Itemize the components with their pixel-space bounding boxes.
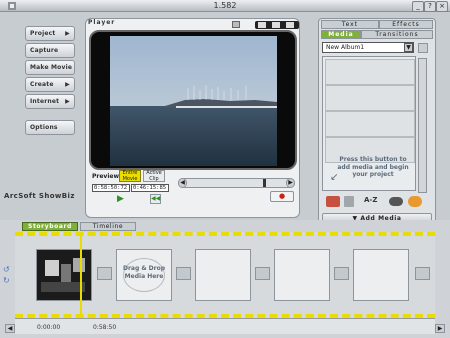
tab-media[interactable]: Media bbox=[321, 30, 361, 39]
tab-transitions[interactable]: Transitions bbox=[361, 30, 433, 39]
size-medium-icon[interactable] bbox=[272, 22, 280, 28]
total-time-field: 0:46:15:85 bbox=[131, 184, 169, 192]
clip-thumbnail bbox=[37, 250, 91, 300]
project-label: Project bbox=[30, 30, 56, 37]
capture-icon[interactable] bbox=[389, 197, 403, 206]
storyboard-clip-empty[interactable] bbox=[353, 249, 409, 301]
playhead-marker[interactable] bbox=[80, 236, 82, 321]
options-button[interactable]: Options bbox=[25, 120, 75, 135]
options-label: Options bbox=[30, 124, 58, 131]
scrubber-track[interactable] bbox=[178, 178, 295, 188]
storyboard-clip-empty[interactable] bbox=[195, 249, 251, 301]
trash-icon[interactable] bbox=[344, 196, 354, 207]
current-time-field: 0:58:50:72 bbox=[92, 184, 130, 192]
sort-icon[interactable]: A-Z bbox=[364, 196, 377, 204]
internet-button[interactable]: Internet ▶ bbox=[25, 94, 75, 109]
arrow-right-icon: ▶ bbox=[65, 98, 70, 105]
help-button[interactable]: ? bbox=[424, 1, 436, 12]
minimize-button[interactable]: _ bbox=[412, 1, 424, 12]
view-size-controls bbox=[255, 21, 299, 29]
album-options-icon[interactable] bbox=[418, 43, 428, 53]
redo-icon[interactable]: ↻ bbox=[3, 276, 10, 285]
undo-icon[interactable]: ↺ bbox=[3, 265, 10, 274]
scrub-right-icon[interactable]: ▶ bbox=[286, 178, 295, 188]
capture-button[interactable]: Capture bbox=[25, 43, 75, 58]
add-media-hint: Press this button to add media and begin… bbox=[337, 156, 409, 178]
step-back-icon[interactable]: ◀◀ bbox=[150, 194, 161, 204]
scroll-left-icon[interactable]: ◀ bbox=[5, 324, 15, 333]
make-movie-button[interactable]: Make Movie bbox=[25, 60, 75, 75]
entire-movie-toggle[interactable]: Entire Movie bbox=[119, 170, 141, 182]
chevron-down-icon[interactable]: ▼ bbox=[404, 43, 413, 52]
window-title: 1.582 bbox=[213, 1, 237, 10]
ruler-start-time: 0:00:00 bbox=[37, 324, 61, 331]
active-clip-toggle[interactable]: Active Clip bbox=[143, 170, 165, 182]
tab-timeline[interactable]: Timeline bbox=[80, 222, 136, 231]
drop-hint: Drag & Drop Media Here bbox=[122, 265, 166, 280]
internet-label: Internet bbox=[30, 98, 60, 105]
preview-label: Preview: bbox=[92, 173, 122, 180]
arrow-right-icon: ▶ bbox=[65, 81, 70, 88]
time-ruler[interactable]: 0:00:00 0:58:50 bbox=[15, 318, 435, 334]
snapshot-icon[interactable] bbox=[232, 21, 240, 28]
transition-slot[interactable] bbox=[176, 267, 191, 280]
project-button[interactable]: Project ▶ bbox=[25, 26, 75, 41]
list-item[interactable] bbox=[325, 59, 415, 85]
transition-slot[interactable] bbox=[97, 267, 112, 280]
storyboard-clip[interactable] bbox=[36, 249, 92, 301]
size-large-icon[interactable] bbox=[286, 22, 294, 28]
transition-slot[interactable] bbox=[334, 267, 349, 280]
storyboard-clip-empty[interactable] bbox=[274, 249, 330, 301]
play-icon[interactable]: ▶ bbox=[117, 194, 124, 204]
title-bar: 1.582 _ ? × bbox=[0, 0, 450, 12]
tab-text[interactable]: Text bbox=[321, 20, 379, 29]
list-item[interactable] bbox=[325, 111, 415, 137]
album-select[interactable]: New Album1 bbox=[322, 42, 414, 53]
video-frame-image bbox=[110, 36, 277, 166]
tab-effects[interactable]: Effects bbox=[379, 20, 433, 29]
make-movie-label: Make Movie bbox=[30, 64, 73, 71]
tab-storyboard[interactable]: Storyboard bbox=[22, 222, 78, 231]
transition-slot[interactable] bbox=[415, 267, 430, 280]
arrow-down-left-icon: ↙ bbox=[330, 172, 339, 183]
create-label: Create bbox=[30, 81, 54, 88]
ruler-marker-time: 0:58:50 bbox=[93, 324, 117, 331]
scrubber-handle[interactable] bbox=[263, 179, 266, 187]
brand-logo: ArcSoft ShowBiz bbox=[4, 192, 75, 200]
import-icon[interactable] bbox=[326, 196, 340, 207]
scrub-left-icon[interactable]: ◀ bbox=[178, 178, 187, 188]
size-small-icon[interactable] bbox=[258, 22, 266, 28]
capture-label: Capture bbox=[30, 47, 59, 54]
player-title: Player bbox=[88, 19, 116, 26]
media-scrollbar[interactable] bbox=[418, 58, 427, 193]
transition-slot[interactable] bbox=[255, 267, 270, 280]
create-button[interactable]: Create ▶ bbox=[25, 77, 75, 92]
list-item[interactable] bbox=[325, 85, 415, 111]
record-icon[interactable]: ● bbox=[270, 191, 294, 202]
video-preview bbox=[110, 36, 277, 166]
scroll-right-icon[interactable]: ▶ bbox=[435, 324, 445, 333]
storyboard-clip-empty[interactable]: Drag & Drop Media Here bbox=[116, 249, 172, 301]
arrow-right-icon: ▶ bbox=[65, 30, 70, 37]
close-button[interactable]: × bbox=[436, 1, 448, 12]
web-icon[interactable] bbox=[408, 196, 422, 207]
